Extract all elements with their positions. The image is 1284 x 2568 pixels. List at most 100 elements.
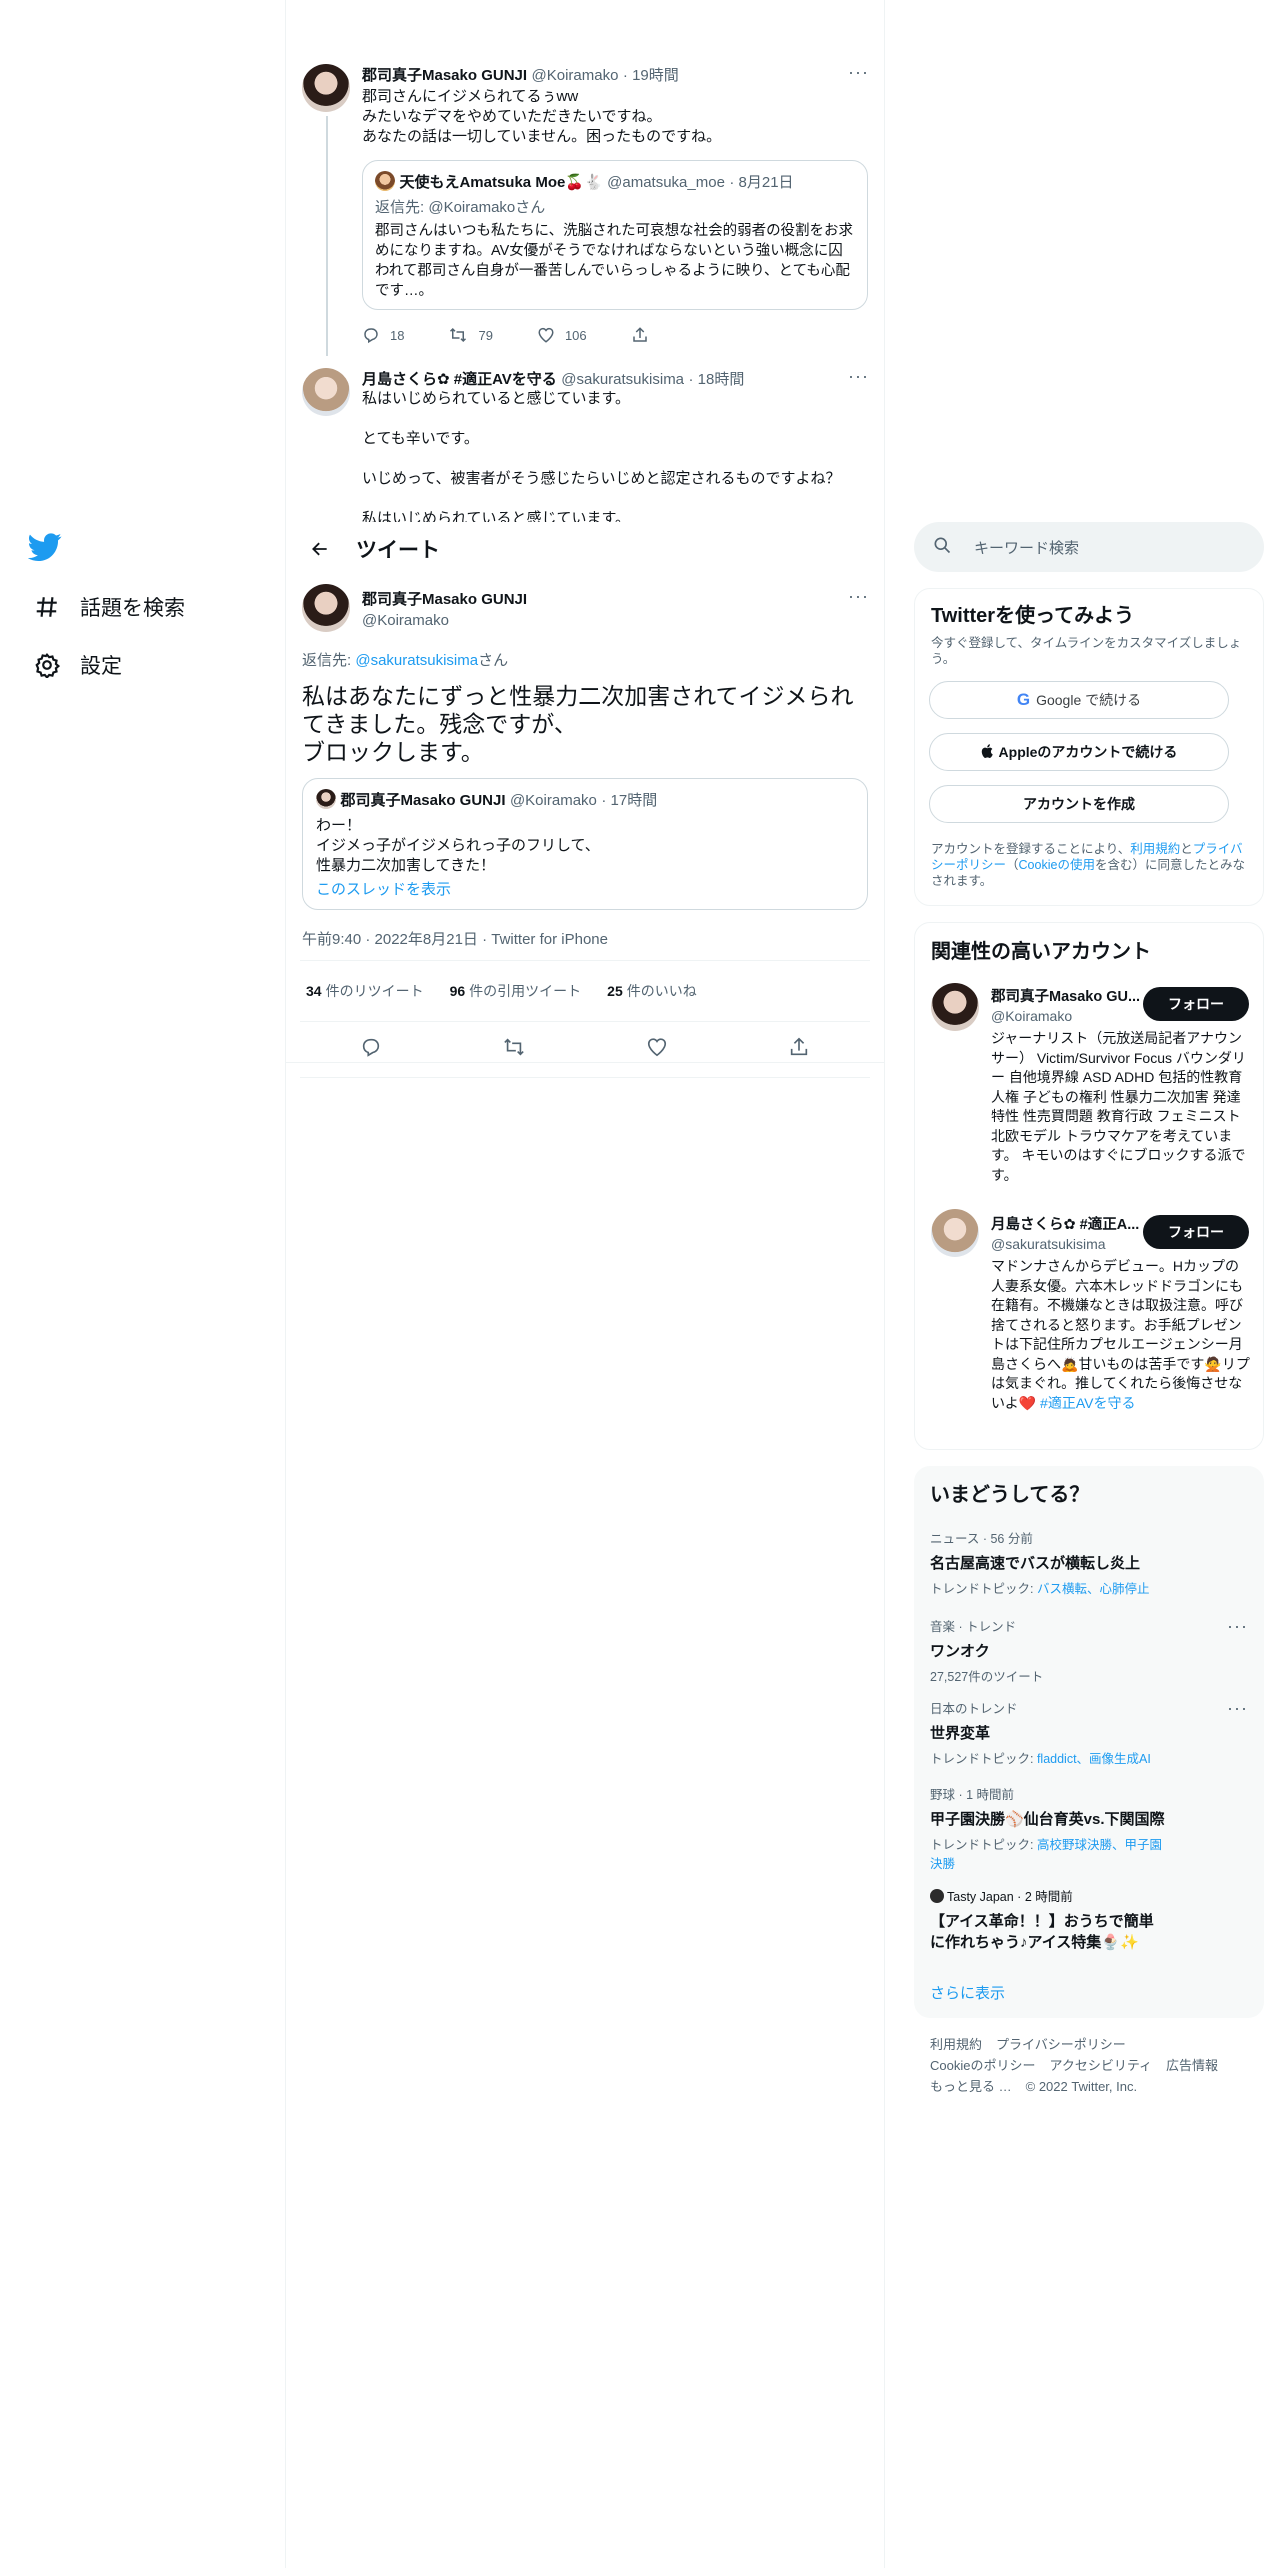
retweets-label: 件のリツイート bbox=[325, 983, 424, 999]
cookie-link[interactable]: Cookieの使用 bbox=[1019, 858, 1095, 872]
likes-label: 件のいいね bbox=[626, 983, 697, 999]
retweet-icon[interactable] bbox=[502, 1036, 526, 1063]
share-button[interactable] bbox=[631, 326, 659, 344]
avatar bbox=[375, 171, 395, 191]
share-icon[interactable] bbox=[788, 1036, 810, 1063]
more-icon[interactable]: ··· bbox=[1227, 1698, 1248, 1719]
account-bio: マドンナさんからデビュー。Hカップの人妻系女優。六本木レッドドラゴンにも在籍有。… bbox=[991, 1257, 1251, 1413]
account-user[interactable]: 郡司真子Masako GU... @Koiramako bbox=[991, 985, 1151, 1024]
likes-stat[interactable]: 25 件のいいね bbox=[601, 981, 697, 1001]
like-button[interactable]: 106 bbox=[537, 326, 587, 344]
engagement-stats: 34 件のリツイート 96 件の引用ツイート 25 件のいいね bbox=[300, 960, 870, 1022]
trend-sub: トレンドトピック: fladdict、画像生成AI bbox=[930, 1748, 1248, 1767]
trend-item[interactable]: 野球 · 1 時間前 甲子園決勝⚾仙台育英vs.下関国際 トレンドトピック: 高… bbox=[930, 1784, 1248, 1872]
more-icon[interactable]: ··· bbox=[848, 366, 869, 387]
quote-author-handle: @amatsuka_moe bbox=[607, 174, 725, 191]
trend-title: 世界変革 bbox=[930, 1725, 991, 1742]
trend-item[interactable]: ニュース · 56 分前 名古屋高速でバスが横転し炎上 トレンドトピック: バス… bbox=[930, 1528, 1248, 1597]
search-bar[interactable]: キーワード検索 bbox=[914, 522, 1264, 572]
account-user[interactable]: 月島さくら✿ #適正A... @sakuratsukisima bbox=[991, 1213, 1151, 1252]
footer: 利用規約 プライバシーポリシー Cookieのポリシー アクセシビリティ 広告情報 も… bbox=[930, 2034, 1250, 2097]
reply-to-link[interactable]: @sakuratsukisima bbox=[355, 652, 478, 669]
nav-settings-label: 設定 bbox=[80, 655, 122, 678]
avatar[interactable] bbox=[931, 983, 979, 1031]
trend-item[interactable]: 日本のトレンド 世界変革 トレンドトピック: fladdict、画像生成AI bbox=[930, 1698, 1248, 1767]
gear-icon bbox=[30, 648, 64, 682]
focus-author-handle[interactable]: @Koiramako bbox=[362, 612, 527, 629]
nav-settings[interactable]: 設定 bbox=[30, 640, 122, 690]
terms-link[interactable]: 利用規約 bbox=[1130, 842, 1180, 856]
show-thread-link[interactable]: このスレッドを表示 bbox=[316, 878, 854, 899]
trend-sub: トレンドトピック: 高校野球決勝、甲子園決勝 bbox=[930, 1834, 1170, 1872]
reply-icon bbox=[364, 328, 378, 344]
relevant-title: 関連性の高いアカウント bbox=[931, 941, 1151, 963]
retweets-stat[interactable]: 34 件のリツイート bbox=[300, 981, 424, 1001]
footer-ads-link[interactable]: 広告情報 bbox=[1166, 2058, 1218, 2073]
twitter-logo-icon[interactable] bbox=[27, 530, 68, 570]
tweet-author-handle[interactable]: @Koiramako bbox=[532, 67, 619, 84]
avatar[interactable] bbox=[302, 64, 350, 112]
thread-tweet[interactable]: 郡司真子Masako GUNJI @Koiramako · 19時間 郡司さんに… bbox=[362, 64, 870, 147]
google-icon: G bbox=[1016, 690, 1031, 709]
back-arrow-icon[interactable] bbox=[300, 539, 340, 559]
more-icon[interactable]: ··· bbox=[848, 586, 869, 607]
trend-topic-links[interactable]: fladdict、画像生成AI bbox=[1037, 1752, 1151, 1766]
more-icon[interactable]: ··· bbox=[1227, 1616, 1248, 1637]
trend-sub-prefix: トレンドトピック: bbox=[930, 1582, 1037, 1596]
signup-subtitle: 今すぐ登録して、タイムラインをカスタマイズしましょう。 bbox=[931, 636, 1242, 666]
tweet-author-handle[interactable]: @sakuratsukisima bbox=[561, 371, 684, 388]
avatar[interactable] bbox=[931, 1209, 979, 1257]
avatar bbox=[316, 789, 336, 809]
focus-timestamp[interactable]: 午前9:40 · 2022年8月21日 · Twitter for iPhone bbox=[302, 928, 608, 949]
search-input[interactable]: キーワード検索 bbox=[974, 537, 1079, 558]
trend-item[interactable]: 音楽 · トレンド ワンオク 27,527件のツイート bbox=[930, 1616, 1248, 1685]
nav-explore[interactable]: 話題を検索 bbox=[30, 582, 185, 632]
retweet-icon bbox=[450, 327, 467, 343]
create-account-button[interactable]: アカウントを作成 bbox=[929, 785, 1229, 823]
quotes-stat[interactable]: 96 件の引用ツイート bbox=[444, 981, 582, 1001]
focus-author[interactable]: 郡司真子Masako GUNJI @Koiramako bbox=[362, 588, 527, 629]
trend-title: 【アイス革命！！】おうちで簡単に作れちゃう♪アイス特集🍨✨ bbox=[930, 1913, 1154, 1951]
hashtag-link[interactable]: #適正AVを守る bbox=[1040, 1395, 1135, 1411]
signup-title: Twitterを使ってみよう bbox=[931, 605, 1135, 627]
signup-legal: アカウントを登録することにより、利用規約とプライバシーポリシー（Cookieの使… bbox=[931, 841, 1249, 889]
trend-item[interactable]: Tasty Japan · 2 時間前 【アイス革命！！】おうちで簡単に作れちゃ… bbox=[930, 1886, 1248, 1952]
avatar[interactable] bbox=[302, 368, 350, 416]
reply-to-link[interactable]: @Koiramako bbox=[428, 199, 515, 216]
quote-time: 17時間 bbox=[610, 792, 658, 809]
footer-accessibility-link[interactable]: アクセシビリティ bbox=[1049, 2058, 1152, 2073]
reply-button[interactable]: 18 bbox=[362, 326, 404, 344]
more-icon[interactable]: ··· bbox=[848, 62, 869, 83]
reply-prefix: 返信先: bbox=[375, 199, 429, 216]
thread-tweet[interactable]: 月島さくら✿ #適正AVを守る @sakuratsukisima · 18時間 … bbox=[362, 368, 870, 522]
tasty-japan-avatar-icon bbox=[930, 1889, 944, 1903]
tweet-time[interactable]: 18時間 bbox=[698, 371, 745, 388]
trends-title: いまどうしてる？ bbox=[930, 1484, 1090, 1506]
heart-icon[interactable] bbox=[646, 1036, 668, 1063]
google-signin-button[interactable]: G Google で続ける bbox=[929, 681, 1229, 719]
trend-category: 野球 · 1 時間前 bbox=[930, 1788, 1015, 1802]
focus-author-name[interactable]: 郡司真子Masako GUNJI bbox=[362, 588, 527, 609]
footer-terms-link[interactable]: 利用規約 bbox=[930, 2037, 982, 2052]
reply-icon[interactable] bbox=[360, 1036, 382, 1063]
google-signin-label: Google で続ける bbox=[1036, 692, 1142, 708]
show-more-link[interactable]: さらに表示 bbox=[930, 1982, 1005, 2003]
tweet-actions: 18 79 106 bbox=[362, 326, 703, 344]
footer-more-link[interactable]: もっと見る … bbox=[930, 2079, 1012, 2094]
quoted-tweet[interactable]: 郡司真子Masako GUNJI @Koiramako · 17時間 わー！ イ… bbox=[302, 778, 868, 910]
follow-button[interactable]: フォロー bbox=[1143, 1215, 1249, 1249]
trend-topic-links[interactable]: バス横転、心肺停止 bbox=[1037, 1582, 1150, 1596]
quoted-tweet[interactable]: 天使もえAmatsuka Moe🍒🐇 @amatsuka_moe · 8月21日… bbox=[362, 160, 868, 310]
footer-cookie-link[interactable]: Cookieのポリシー bbox=[930, 2058, 1035, 2073]
apple-signin-button[interactable]: Appleのアカウントで続ける bbox=[929, 733, 1229, 771]
trends-card: いまどうしてる？ ニュース · 56 分前 名古屋高速でバスが横転し炎上 トレン… bbox=[914, 1466, 1264, 2018]
trend-sub: 27,527件のツイート bbox=[930, 1670, 1044, 1684]
tweet-author-name[interactable]: 月島さくら✿ #適正AVを守る bbox=[362, 371, 557, 388]
avatar[interactable] bbox=[302, 584, 350, 632]
tweet-author-name[interactable]: 郡司真子Masako GUNJI bbox=[362, 67, 527, 84]
follow-button[interactable]: フォロー bbox=[1143, 987, 1249, 1021]
footer-privacy-link[interactable]: プライバシーポリシー bbox=[996, 2037, 1126, 2052]
legal-text: アカウントを登録することにより、 bbox=[931, 842, 1131, 856]
tweet-time[interactable]: 19時間 bbox=[632, 67, 679, 84]
retweet-button[interactable]: 79 bbox=[448, 326, 493, 344]
